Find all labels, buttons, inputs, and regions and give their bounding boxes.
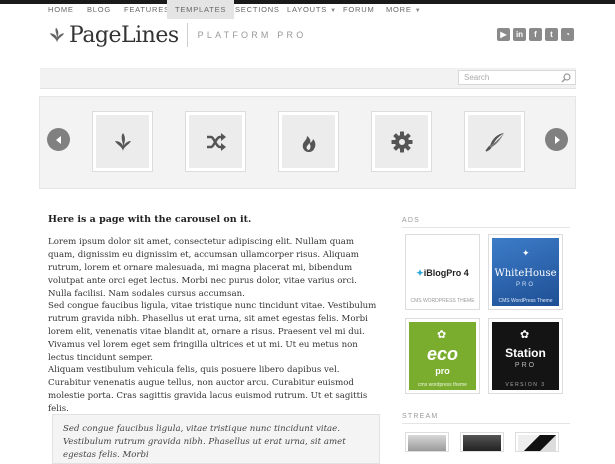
nav-item-layouts[interactable]: LAYOUTS ▼ bbox=[287, 0, 337, 19]
nav-label: BLOG bbox=[87, 5, 112, 14]
carousel-item-quill[interactable] bbox=[464, 111, 525, 172]
leaf-logo-icon: ✦ bbox=[416, 268, 424, 278]
ad-title: WhiteHouse bbox=[494, 268, 557, 279]
ad-image: ✿ Station PRO VERSION 3 bbox=[492, 322, 559, 390]
stream-thumbnail[interactable] bbox=[460, 432, 504, 452]
chevron-down-icon: ▼ bbox=[330, 8, 337, 14]
ad-image: ✿ eco pro cms wordpress theme bbox=[409, 322, 476, 390]
search-placeholder: Search bbox=[464, 73, 490, 82]
arrow-left-icon bbox=[55, 135, 61, 144]
logo-divider bbox=[186, 23, 188, 47]
carousel-item-shuffle[interactable] bbox=[185, 111, 246, 172]
page-heading: Here is a page with the carousel on it. bbox=[48, 214, 252, 225]
ad-image: ✦ WhiteHouse PRO CMS WordPress Theme bbox=[492, 238, 559, 306]
gear-icon bbox=[391, 131, 412, 152]
nav-item-forum[interactable]: FORUM bbox=[343, 0, 375, 19]
youtube-icon[interactable]: ▶ bbox=[497, 28, 510, 41]
nav-item-blog[interactable]: BLOG bbox=[87, 0, 111, 19]
ad-title: eco bbox=[426, 344, 459, 364]
carousel-item-bg bbox=[189, 115, 242, 168]
ad-title-suffix: pro bbox=[435, 366, 450, 376]
stream-image bbox=[518, 435, 556, 451]
nav-label: SECTIONS bbox=[235, 5, 280, 14]
paragraph-1: Lorem ipsum dolor sit amet, consectetur … bbox=[48, 237, 359, 300]
chevron-down-icon: ▼ bbox=[414, 8, 422, 14]
stream-label: STREAM bbox=[402, 413, 439, 420]
carousel-item-bg bbox=[468, 115, 521, 168]
ad-subtitle: cms wordpress theme bbox=[418, 382, 467, 388]
ad-iblogpro[interactable]: ✦iBlogPro 4 CMS WORDPRESS THEME bbox=[405, 234, 480, 310]
nav-label: LAYOUTS bbox=[287, 5, 328, 14]
logo-tagline: PLATFORM PRO bbox=[197, 30, 307, 40]
ad-image: ✦iBlogPro 4 CMS WORDPRESS THEME bbox=[409, 238, 476, 306]
flame-icon bbox=[302, 135, 315, 152]
linkedin-icon[interactable]: in bbox=[513, 28, 526, 41]
ad-subtitle: VERSION 3 bbox=[505, 382, 546, 388]
nav-label: HOME bbox=[48, 5, 74, 14]
nav-label: FEATURES bbox=[124, 5, 170, 14]
shuffle-icon bbox=[206, 132, 226, 151]
nav-item-more[interactable]: MORE ▼ bbox=[386, 0, 421, 19]
quote-text: Sed congue faucibus ligula, vitae tristi… bbox=[63, 424, 346, 460]
facebook-icon[interactable]: f bbox=[529, 28, 542, 41]
leaf-logo-icon: ✿ bbox=[437, 329, 447, 341]
logo-text: PageLines bbox=[69, 22, 179, 48]
search-icon[interactable] bbox=[561, 73, 571, 83]
ad-title: ✦iBlogPro 4 bbox=[409, 268, 476, 279]
ad-title-suffix: PRO bbox=[515, 282, 535, 288]
stream-thumbnail[interactable] bbox=[515, 432, 559, 452]
social-links: ▶ in f t ◔ bbox=[497, 28, 574, 41]
nav-item-sections[interactable]: SECTIONS bbox=[235, 0, 280, 19]
quill-icon bbox=[484, 132, 504, 152]
leaf-logo-icon: ✿ bbox=[520, 329, 530, 341]
nav-label: TEMPLATES bbox=[175, 5, 227, 14]
rss-icon[interactable]: ◔ bbox=[561, 28, 574, 41]
carousel-item-bg bbox=[282, 115, 335, 168]
leaf-icon bbox=[114, 132, 131, 151]
nav-item-home[interactable]: HOME bbox=[48, 0, 74, 19]
carousel-item-flame[interactable] bbox=[278, 111, 339, 172]
arrow-right-icon bbox=[554, 135, 560, 144]
blockquote: Sed congue faucibus ligula, vitae tristi… bbox=[52, 414, 380, 464]
ad-title: Station bbox=[505, 346, 546, 360]
ad-subtitle: CMS WORDPRESS THEME bbox=[410, 298, 475, 304]
stream-image bbox=[463, 435, 501, 451]
ad-stationpro[interactable]: ✿ Station PRO VERSION 3 bbox=[488, 318, 563, 394]
nav-label: MORE bbox=[386, 5, 412, 14]
carousel-item-leaf[interactable] bbox=[92, 111, 153, 172]
ad-title-suffix: PRO bbox=[514, 362, 537, 369]
leaf-logo-icon bbox=[49, 27, 65, 43]
ad-ecopro[interactable]: ✿ eco pro cms wordpress theme bbox=[405, 318, 480, 394]
ads-divider bbox=[402, 227, 570, 228]
carousel-prev-button[interactable] bbox=[47, 128, 70, 151]
paragraph-3: Aliquam vestibulum vehicula felis, quis … bbox=[48, 365, 368, 415]
carousel-next-button[interactable] bbox=[545, 128, 568, 151]
site-logo[interactable]: PageLines PLATFORM PRO bbox=[48, 22, 306, 48]
stream-image bbox=[408, 435, 446, 451]
stream-thumbnail[interactable] bbox=[405, 432, 449, 452]
nav-label: FORUM bbox=[343, 5, 375, 14]
ad-title-text: iBlogPro 4 bbox=[423, 268, 469, 278]
nav-item-templates[interactable]: TEMPLATES bbox=[167, 0, 235, 19]
ads-label: ADS bbox=[402, 217, 420, 224]
nav-item-features[interactable]: FEATURES bbox=[124, 0, 170, 19]
stream-divider bbox=[402, 423, 570, 424]
carousel-item-gear[interactable] bbox=[371, 111, 432, 172]
carousel-item-bg bbox=[96, 115, 149, 168]
twitter-icon[interactable]: t bbox=[545, 28, 558, 41]
ad-subtitle: CMS WordPress Theme bbox=[498, 298, 553, 304]
leaf-logo-icon: ✦ bbox=[522, 248, 530, 258]
ad-whitehouse[interactable]: ✦ WhiteHouse PRO CMS WordPress Theme bbox=[488, 234, 563, 310]
carousel-item-bg bbox=[375, 115, 428, 168]
paragraph-2: Sed congue faucibus ligula, vitae tristi… bbox=[48, 301, 377, 364]
search-input[interactable]: Search bbox=[458, 70, 576, 85]
